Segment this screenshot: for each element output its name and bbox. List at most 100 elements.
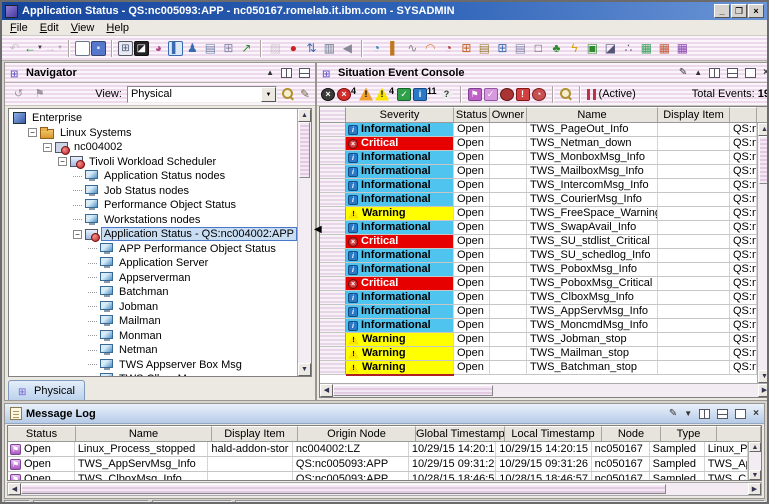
filter-icon[interactable]: ▨ [267,40,284,57]
row-selector[interactable] [320,291,346,304]
tab-physical[interactable]: Physical [8,380,85,400]
split-horizontal-icon[interactable] [717,409,728,419]
scroll-up-icon[interactable]: ▲ [298,109,311,122]
acknowledge-icon[interactable]: ✓ [484,88,498,101]
column-header-source[interactable] [730,107,757,122]
event-row[interactable]: iInformationalOpenTWS_MailboxMsg_InfoQS:… [320,165,757,179]
column-header-name[interactable]: Name [527,107,658,122]
event-row[interactable]: !WarningOpenTWS_Mailman_stopQS:nc [320,347,757,361]
split-vertical-icon[interactable] [281,68,292,78]
menu-edit[interactable]: Edit [36,21,67,35]
collapse-handle-icon[interactable]: − [43,143,52,152]
menu-help[interactable]: Help [102,21,137,35]
column-header-display-item[interactable]: Display Item [658,107,730,122]
message-row[interactable]: ⚑OpenTWS_AppServMsg_InfoQS:nc005093:APP1… [8,457,748,472]
scroll-left-icon[interactable]: ◀ [8,483,21,495]
close-button[interactable]: × [748,4,764,18]
event-row[interactable]: iInformationalOpenTWS_SwapAvail_InfoQS:n… [320,221,757,235]
edit-navigator-icon[interactable]: ✎ [300,87,310,101]
grid-icon[interactable]: ⊞ [220,40,237,57]
tree-item[interactable]: −Tivoli Workload Scheduler [9,155,297,170]
scroll-thumb[interactable] [21,484,666,494]
event-row[interactable]: iInformationalOpenTWS_MonboxMsg_InfoQS:n… [320,151,757,165]
tree-item[interactable]: TWS Clbox Msg [9,372,297,376]
tree-item[interactable]: Job Status nodes [9,184,297,199]
tree-item[interactable]: Application Server [9,256,297,271]
split-horizontal-icon[interactable] [299,68,310,78]
close-panel-icon[interactable]: × [753,409,759,419]
view-select[interactable]: Physical ▼ [127,86,277,103]
event-horizontal-scrollbar[interactable]: ◀ ▶ [320,383,769,397]
message-row[interactable]: ⚑OpenLinux_Process_stoppedhald-addon-sto… [8,442,748,457]
notepad-view-icon[interactable]: ▤ [476,40,493,57]
row-selector[interactable] [320,361,346,374]
take-action-icon[interactable]: ϟ [566,40,583,57]
pause-events-icon[interactable] [587,89,596,100]
chart-properties-icon[interactable]: ◪ [134,41,149,56]
apply-pending-updates-icon[interactable]: ↺ [10,86,27,103]
critical-filter-icon[interactable]: × [337,88,351,101]
collapse-handle-icon[interactable]: − [73,230,82,239]
tree-item[interactable]: Batchman [9,285,297,300]
scroll-thumb[interactable] [299,122,310,178]
row-selector[interactable] [320,123,346,136]
topology-view-icon[interactable]: ∴ [620,40,637,57]
column-header-node[interactable]: Node [602,426,661,441]
find-icon[interactable] [282,88,295,101]
message-vertical-scrollbar[interactable]: ▲ ▼ [748,442,761,480]
scroll-thumb[interactable] [759,136,769,184]
event-vertical-scrollbar[interactable]: ▲ ▼ [757,123,769,383]
column-header-name[interactable]: Name [76,426,212,441]
scroll-thumb[interactable] [333,385,493,396]
window-layout-icon[interactable]: ▥ [321,40,338,57]
row-selector[interactable] [320,249,346,262]
forward-button[interactable]: →▼ [44,40,63,57]
person-icon[interactable]: ♟ [184,40,201,57]
tree-item[interactable]: −nc004002 [9,140,297,155]
tree-item[interactable]: Performance Object Status [9,198,297,213]
column-header-display-item[interactable]: Display Item [212,426,298,441]
scroll-up-icon[interactable]: ▲ [758,123,769,136]
collapse-handle-icon[interactable]: − [28,128,37,137]
close-panel-icon[interactable]: × [763,68,769,78]
row-selector[interactable] [320,235,346,248]
row-selector[interactable] [320,263,346,276]
event-row[interactable]: iInformationalOpenTWS_ClboxMsg_InfoQS:nc [320,291,757,305]
plant-view-icon[interactable]: ♣ [548,40,565,57]
tree-item[interactable]: Application Status nodes [9,169,297,184]
scroll-down-icon[interactable]: ▼ [298,363,311,376]
pin-navigator-icon[interactable]: ⚑ [31,86,48,103]
maximize-button[interactable]: ❐ [731,4,747,18]
new-workspace-icon[interactable] [75,41,90,56]
pie-chart-view-icon[interactable]: ◔ [368,40,385,57]
common-event-view-icon[interactable]: ▦ [656,40,673,57]
history-icon[interactable]: ↶ [6,40,23,57]
area-chart-view-icon[interactable]: ◠ [422,40,439,57]
tree-item[interactable]: Workstations nodes [9,213,297,228]
maximize-panel-icon[interactable] [745,68,756,78]
message-log-view-icon[interactable]: ▤ [512,40,529,57]
row-selector[interactable] [320,221,346,234]
menu-file[interactable]: File [6,21,36,35]
split-vertical-icon[interactable] [699,409,710,419]
tree-item[interactable]: Jobman [9,300,297,315]
trend-up-icon[interactable]: ↗ [238,40,255,57]
gauge-view-icon[interactable]: ◔ [440,40,457,57]
column-header-status[interactable]: Status [8,426,76,441]
fatal-filter-icon[interactable]: × [321,88,335,101]
collapse-panel-icon[interactable]: ▲ [266,68,274,78]
event-row[interactable]: ×CriticalOpenTWS_PoboxMsg_CriticalQS:nc [320,277,757,291]
save-icon[interactable]: ▪ [91,41,106,56]
row-selector[interactable] [320,207,346,220]
split-vertical-icon[interactable] [709,68,720,78]
tree-item[interactable]: Netman [9,343,297,358]
stop-icon[interactable]: ● [285,40,302,57]
minimize-button[interactable]: _ [714,4,730,18]
query-report-icon[interactable]: ⊞ [118,41,133,56]
speaker-icon[interactable]: ◀ [339,40,356,57]
bar-chart-view-icon[interactable]: ▌ [386,40,403,57]
event-row[interactable]: iInformationalOpenTWS_PoboxMsg_InfoQS:nc [320,263,757,277]
message-row[interactable]: ⚑OpenTWS_ClboxMsg_InfoQS:nc005093:APP10/… [8,472,748,480]
collapse-handle-icon[interactable]: − [58,157,67,166]
event-row[interactable]: ×CriticalOpenTWS_SU_stdlist_CriticalQS:n… [320,235,757,249]
